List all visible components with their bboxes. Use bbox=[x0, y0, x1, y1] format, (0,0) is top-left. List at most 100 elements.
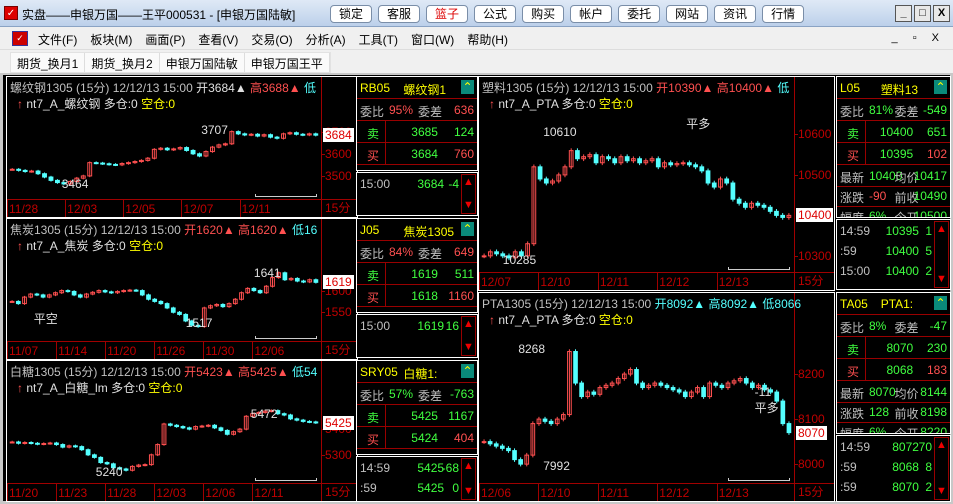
menu-screen[interactable]: 画面(P) bbox=[145, 31, 185, 48]
tick-panel[interactable]: 14:59 5425 -68:59 5425 0 ▲ ▼ bbox=[356, 456, 478, 502]
scroll-down-icon[interactable]: ▼ bbox=[463, 485, 474, 498]
buy-row[interactable]: 买 8068 183 bbox=[837, 359, 950, 381]
field-value: -47 bbox=[929, 319, 947, 333]
price-annotation: 1517 bbox=[185, 316, 213, 331]
scroll-down-icon[interactable]: ▼ bbox=[463, 341, 474, 354]
close-button[interactable]: X bbox=[933, 5, 950, 22]
lock-button[interactable]: 锁定 bbox=[330, 5, 373, 23]
chart-panel[interactable]: 螺纹钢1305 (15分) 12/12/13 15:00 开3684▲ 高368… bbox=[6, 76, 358, 218]
market-button[interactable]: 行情 bbox=[762, 5, 805, 23]
document-icon[interactable]: ✓ bbox=[12, 31, 28, 46]
field-value: 1620 bbox=[447, 311, 474, 312]
scroll-up-icon[interactable]: ▲ bbox=[463, 318, 474, 331]
sell-row[interactable]: 卖 10400 651 bbox=[837, 121, 950, 143]
buy-row[interactable]: 买 3684 760 bbox=[357, 143, 477, 165]
candlestick-chart[interactable] bbox=[479, 293, 835, 502]
chart-panel[interactable]: 白糖1305 (15分) 12/12/13 15:00 开5423▲ 高5425… bbox=[6, 360, 358, 502]
buy-row[interactable]: 买 10395 102 bbox=[837, 143, 950, 165]
scroll-down-icon[interactable]: ▼ bbox=[936, 485, 947, 498]
sell-row[interactable]: 卖 8070 230 bbox=[837, 337, 950, 359]
field-label: 最新 bbox=[360, 169, 384, 170]
quote-panel[interactable]: RB05 螺纹钢1 ⌃ 委比 95% 委差 636 卖 3685 124 买 3684 760 最新 368… bbox=[356, 76, 478, 171]
tab-futures-roll-1[interactable]: 期货_换月1 bbox=[11, 53, 86, 72]
mdi-window-controls[interactable]: _ ▫ X bbox=[892, 32, 945, 44]
order-button[interactable]: 委托 bbox=[618, 5, 661, 23]
switch-icon[interactable]: ⌃ bbox=[461, 80, 474, 94]
scroll-down-icon[interactable]: ▼ bbox=[936, 273, 947, 286]
scroll-down-icon[interactable]: ▼ bbox=[463, 199, 474, 212]
switch-icon[interactable]: ⌃ bbox=[461, 364, 474, 378]
tick-panel[interactable]: 15:00 1619 16 ▲ ▼ bbox=[356, 314, 478, 358]
tick-scrollbar[interactable]: ▲ ▼ bbox=[934, 221, 949, 288]
quote-panel[interactable]: J05 焦炭1305 ⌃ 委比 84% 委差 649 卖 1619 511 买 1618 1160 最新 1… bbox=[356, 218, 478, 313]
menu-sector[interactable]: 板块(M) bbox=[90, 31, 132, 48]
scroll-up-icon[interactable]: ▲ bbox=[463, 460, 474, 473]
tick-panel[interactable]: 14:59 10395 1:59 10400 5 15:00 10400 2 ▲ ▼ bbox=[836, 219, 951, 290]
candle-body bbox=[205, 424, 211, 427]
menu-tools[interactable]: 工具(T) bbox=[359, 31, 398, 48]
purchase-button[interactable]: 购买 bbox=[522, 5, 565, 23]
sell-row[interactable]: 卖 5425 1167 bbox=[357, 405, 477, 427]
candle-body bbox=[573, 351, 578, 384]
candle-body bbox=[65, 290, 71, 293]
account-button[interactable]: 帐户 bbox=[570, 5, 613, 23]
candlestick-chart[interactable] bbox=[7, 361, 358, 502]
candle-body bbox=[9, 300, 15, 303]
candle-body bbox=[593, 154, 599, 164]
sell-row[interactable]: 卖 1619 511 bbox=[357, 263, 477, 285]
menu-analysis[interactable]: 分析(A) bbox=[306, 31, 346, 48]
tick-panel[interactable]: 14:59 8072 70:59 8068 8:59 8070 2 ▲ ▼ bbox=[836, 435, 951, 502]
switch-icon[interactable]: ⌃ bbox=[934, 80, 947, 94]
service-button[interactable]: 客服 bbox=[378, 5, 421, 23]
quote-panel[interactable]: SRY05 白糖1: ⌃ 委比 57% 委差 -763 卖 5425 1167 买 5424 404 最新… bbox=[356, 360, 478, 455]
scroll-up-icon[interactable]: ▲ bbox=[936, 223, 947, 236]
tab-swhy-lumin[interactable]: 申银万国陆敏 bbox=[160, 53, 245, 72]
buy-row[interactable]: 买 5424 404 bbox=[357, 427, 477, 449]
website-button[interactable]: 网站 bbox=[666, 5, 709, 23]
menu-trade[interactable]: 交易(O) bbox=[251, 31, 292, 48]
scroll-up-icon[interactable]: ▲ bbox=[936, 439, 947, 452]
menu-file[interactable]: 文件(F) bbox=[38, 31, 77, 48]
order-price: 10400 bbox=[879, 125, 914, 139]
divider bbox=[385, 285, 386, 307]
switch-icon[interactable]: ⌃ bbox=[934, 296, 947, 310]
tick-scrollbar[interactable]: ▲ ▼ bbox=[461, 458, 476, 500]
menu-help[interactable]: 帮助(H) bbox=[467, 31, 508, 48]
chart-panel[interactable]: 塑料1305 (15分) 12/12/13 15:00 开10390▲ 高104… bbox=[478, 76, 835, 291]
tick-scrollbar[interactable]: ▲ ▼ bbox=[934, 437, 949, 500]
candle-body bbox=[251, 287, 257, 292]
formula-button[interactable]: 公式 bbox=[474, 5, 517, 23]
order-price: 3684 bbox=[411, 147, 438, 161]
candle-body bbox=[35, 442, 40, 445]
news-button[interactable]: 资讯 bbox=[714, 5, 757, 23]
candle-body bbox=[730, 182, 736, 200]
candlestick-chart[interactable] bbox=[7, 77, 358, 218]
tick-price: 8072 bbox=[892, 440, 919, 454]
switch-icon[interactable]: ⌃ bbox=[461, 222, 474, 236]
buy-row[interactable]: 买 1618 1160 bbox=[357, 285, 477, 307]
minimize-button[interactable]: _ bbox=[895, 5, 912, 22]
candle-body bbox=[307, 420, 312, 423]
quote-panel[interactable]: L05 塑料13 ⌃ 委比 81% 委差 -549 卖 10400 651 买 10395 102 最新 1… bbox=[836, 76, 951, 218]
candle-body bbox=[199, 425, 205, 428]
menu-view[interactable]: 查看(V) bbox=[198, 31, 238, 48]
side-label: 买 bbox=[367, 433, 380, 447]
chart-panel[interactable]: PTA1305 (15分) 12/12/13 15:00 开8092▲ 高809… bbox=[478, 292, 835, 502]
tick-panel[interactable]: 15:00 3684 -4 ▲ ▼ bbox=[356, 172, 478, 216]
chart-panel[interactable]: 焦炭1305 (15分) 12/12/13 15:00 开1620▲ 高1620… bbox=[6, 218, 358, 360]
quote-panel[interactable]: TA05 PTA1: ⌃ 委比 8% 委差 -47 卖 8070 230 买 8068 183 最新 807… bbox=[836, 292, 951, 434]
tick-scrollbar[interactable]: ▲ ▼ bbox=[461, 316, 476, 356]
basket-button[interactable]: 篮子 bbox=[426, 5, 469, 23]
menu-window[interactable]: 窗口(W) bbox=[411, 31, 454, 48]
candle-body bbox=[174, 424, 180, 428]
tab-futures-roll-2[interactable]: 期货_换月2 bbox=[85, 53, 160, 72]
tick-scrollbar[interactable]: ▲ ▼ bbox=[461, 174, 476, 214]
candle-body bbox=[92, 454, 97, 458]
candle-body bbox=[71, 290, 77, 296]
order-volume: 230 bbox=[926, 341, 947, 355]
tab-swhy-wangping[interactable]: 申银万国王平 bbox=[245, 53, 330, 72]
maximize-button[interactable]: □ bbox=[914, 5, 931, 22]
candlestick-chart[interactable] bbox=[7, 219, 358, 360]
sell-row[interactable]: 卖 3685 124 bbox=[357, 121, 477, 143]
scroll-up-icon[interactable]: ▲ bbox=[463, 176, 474, 189]
